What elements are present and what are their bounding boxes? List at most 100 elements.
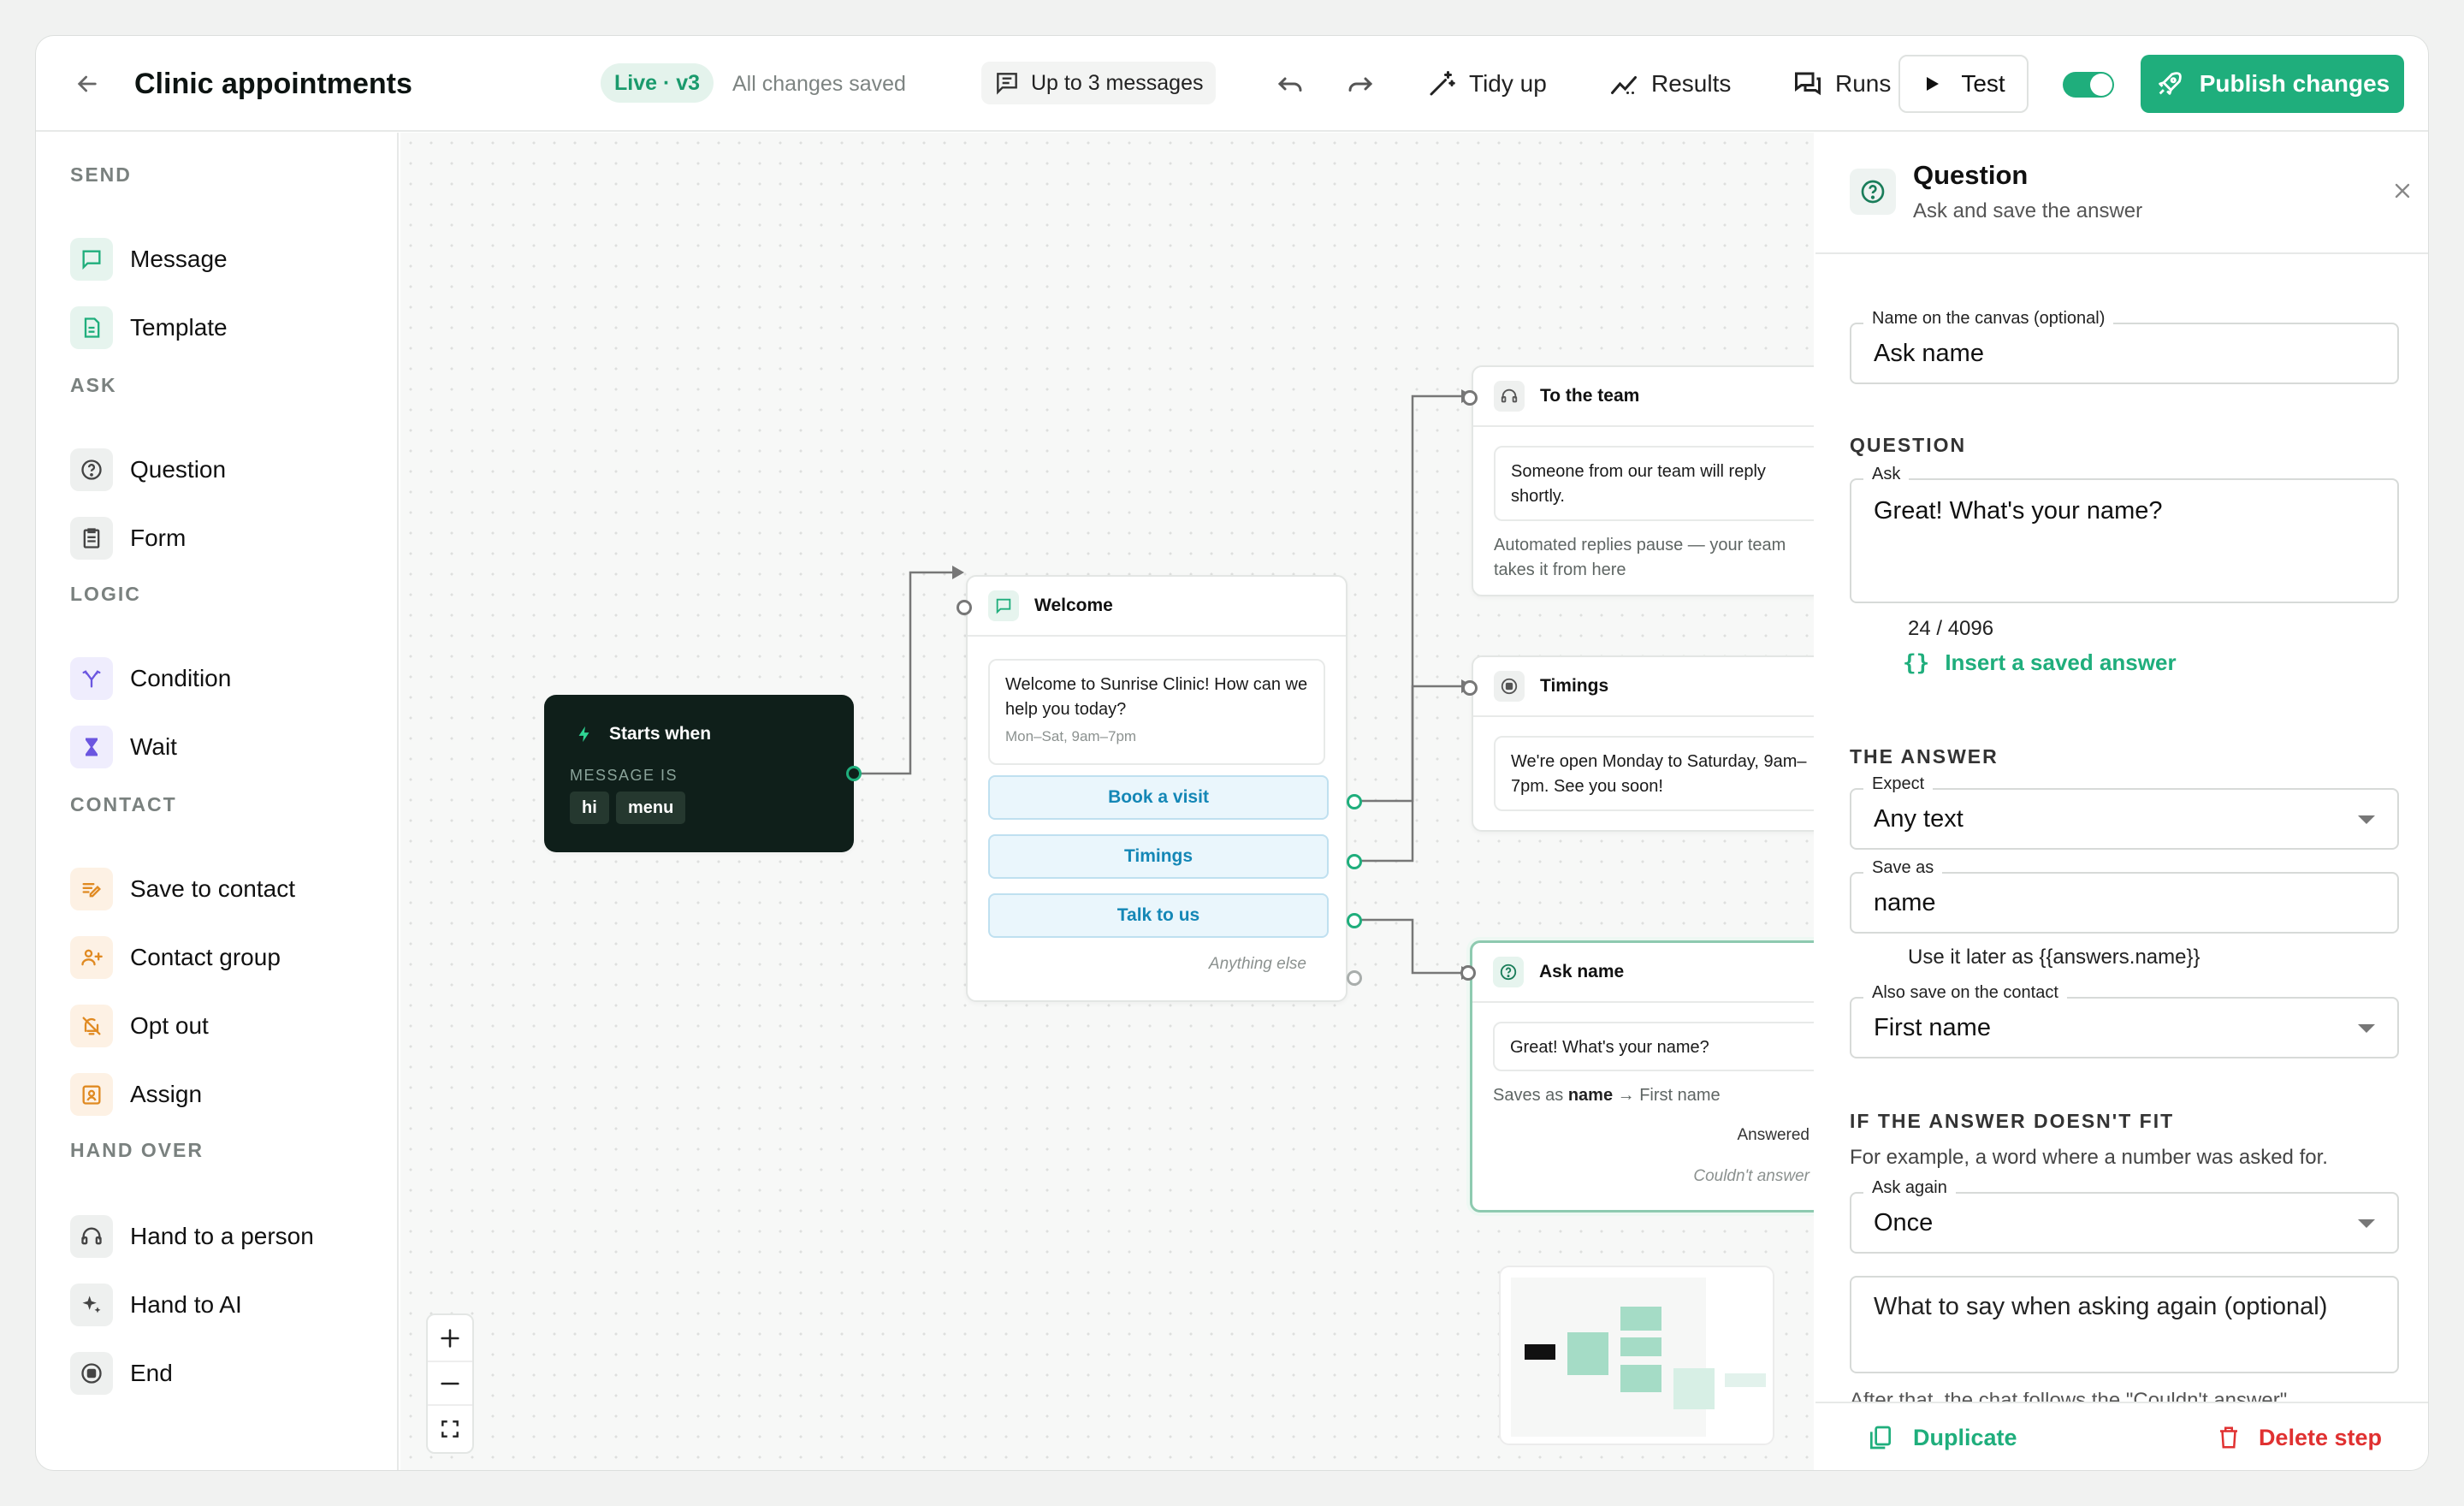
ask-value: Great! What's your name?	[1874, 497, 2163, 525]
trigger-output-port[interactable]	[846, 766, 862, 781]
team-input-port[interactable]	[1462, 390, 1478, 406]
canvas-name-field[interactable]: Ask name	[1850, 323, 2399, 384]
minimap[interactable]	[1499, 1266, 1774, 1445]
test-label: Test	[1961, 70, 2005, 97]
live-version-badge: Live · v3	[601, 63, 714, 103]
headset-icon	[70, 1215, 113, 1258]
fit-view-icon[interactable]	[428, 1406, 472, 1451]
ask-name-node[interactable]: Ask name Great! What's your name? Saves …	[1460, 940, 1814, 1213]
panel-title: Question	[1913, 160, 2029, 190]
undo-icon[interactable]	[1275, 36, 1306, 132]
keyword-chip[interactable]: menu	[616, 792, 686, 824]
expect-select[interactable]: Any text	[1850, 788, 2399, 850]
timings-input-port[interactable]	[1462, 680, 1478, 696]
zoom-out-icon[interactable]	[428, 1361, 472, 1406]
sidebar-item-hand-to-ai[interactable]: Hand to AI	[70, 1281, 242, 1329]
welcome-input-port[interactable]	[957, 600, 972, 615]
rocket-icon	[2155, 69, 2184, 98]
zoom-in-icon[interactable]	[428, 1315, 472, 1361]
results-label: Results	[1651, 70, 1732, 97]
sidebar-item-end[interactable]: End	[70, 1349, 173, 1397]
flow-canvas[interactable]: Starts when MESSAGE IS hi menu Welcome W…	[400, 133, 1814, 1470]
quick-reply-timings[interactable]: Timings	[988, 834, 1329, 879]
sidebar-item-contact-group[interactable]: Contact group	[70, 934, 281, 981]
trigger-node[interactable]: Starts when MESSAGE IS hi menu	[544, 695, 862, 852]
timings-node-header: Timings	[1473, 657, 1814, 717]
fit-section-title: IF THE ANSWER DOESN'T FIT	[1850, 1110, 2175, 1132]
expect-label: Expect	[1863, 774, 1934, 794]
use-later-hint: Use it later as {{answers.name}}	[1908, 946, 2200, 969]
answer-section-title: THE ANSWER	[1850, 745, 1999, 768]
character-count: 24 / 4096	[1908, 617, 1994, 640]
magic-wand-icon	[1426, 68, 1457, 99]
delete-step-button[interactable]: Delete step	[2216, 1425, 2382, 1451]
sidebar-item-opt-out[interactable]: Opt out	[70, 1002, 209, 1050]
sidebar-item-template[interactable]: Template	[70, 304, 228, 352]
flow-title[interactable]: Clinic appointments	[134, 36, 412, 132]
close-icon[interactable]	[2390, 179, 2414, 207]
trigger-title: Starts when	[609, 724, 712, 744]
chevron-down-icon	[2358, 1024, 2375, 1033]
sidebar-item-label: Condition	[130, 665, 232, 691]
question-icon	[1850, 169, 1896, 215]
sidebar-item-hand-to-person[interactable]: Hand to a person	[70, 1213, 314, 1260]
sidebar-item-assign[interactable]: Assign	[70, 1070, 202, 1118]
welcome-node[interactable]: Welcome Welcome to Sunrise Clinic! How c…	[957, 575, 1362, 1002]
runs-button[interactable]: Runs	[1792, 36, 1891, 132]
duplicate-label: Duplicate	[1913, 1424, 2017, 1450]
message-icon	[70, 238, 113, 281]
lightning-icon	[575, 725, 594, 744]
minimap-trigger	[1525, 1344, 1555, 1360]
users-plus-icon	[70, 936, 113, 979]
quick-reply-talk-to-us[interactable]: Talk to us	[988, 893, 1329, 938]
results-button[interactable]: Results	[1608, 36, 1731, 132]
minimap-offscreen-node	[1725, 1373, 1766, 1387]
top-bar: Clinic appointments Live · v3 All change…	[36, 36, 2428, 132]
wire-welcome-timings	[1359, 685, 1461, 863]
book-visit-output-port[interactable]	[1347, 794, 1362, 809]
sidebar-item-label: End	[130, 1360, 173, 1386]
sidebar-item-wait[interactable]: Wait	[70, 723, 177, 771]
section-logic-title: LOGIC	[70, 583, 141, 605]
minimap-team	[1620, 1307, 1661, 1331]
welcome-message-text: Welcome to Sunrise Clinic! How can we he…	[1005, 675, 1308, 719]
ask-label: Ask	[1863, 465, 1910, 484]
sidebar-item-condition[interactable]: Condition	[70, 655, 231, 703]
retry-message-textarea[interactable]: What to say when asking again (optional)	[1850, 1276, 2399, 1373]
sidebar-item-label: Template	[130, 314, 228, 341]
redo-icon[interactable]	[1345, 36, 1376, 132]
timings-node[interactable]: Timings We're open Monday to Saturday, 9…	[1462, 655, 1814, 832]
fallback-output-port[interactable]	[1347, 970, 1362, 986]
team-node-header: To the team	[1473, 367, 1814, 427]
insert-saved-answer-link[interactable]: {} Insert a saved answer	[1903, 649, 2177, 676]
sidebar-item-question[interactable]: Question	[70, 446, 226, 494]
contact-field-select[interactable]: First name	[1850, 997, 2399, 1058]
copy-icon	[1867, 1424, 1894, 1451]
ask-input-port[interactable]	[1460, 965, 1476, 981]
duplicate-button[interactable]: Duplicate	[1867, 1424, 2017, 1451]
message-limit-button[interactable]: Up to 3 messages	[981, 62, 1216, 104]
sidebar-item-label: Save to contact	[130, 875, 296, 902]
keyword-chip[interactable]: hi	[570, 792, 609, 824]
tidy-up-button[interactable]: Tidy up	[1426, 36, 1547, 132]
ask-textarea[interactable]: Great! What's your name?	[1850, 478, 2399, 603]
publish-label: Publish changes	[2199, 70, 2390, 97]
ask-again-select[interactable]: Once	[1850, 1192, 2399, 1254]
live-toggle[interactable]	[2063, 72, 2114, 98]
sidebar-item-form[interactable]: Form	[70, 514, 186, 562]
sidebar-item-message[interactable]: Message	[70, 235, 228, 283]
sidebar-item-save-to-contact[interactable]: Save to contact	[70, 865, 295, 913]
timings-message-bubble: We're open Monday to Saturday, 9am–7pm. …	[1494, 736, 1814, 811]
ask-again-label: Ask again	[1863, 1178, 1956, 1198]
talk-output-port[interactable]	[1347, 913, 1362, 928]
team-message-bubble: Someone from our team will reply shortly…	[1494, 446, 1814, 521]
back-arrow-icon[interactable]	[70, 36, 104, 132]
save-as-field[interactable]: name	[1850, 872, 2399, 934]
publish-changes-button[interactable]: Publish changes	[2141, 55, 2404, 113]
hourglass-icon	[70, 726, 113, 768]
test-button[interactable]: Test	[1898, 55, 2029, 113]
to-the-team-node[interactable]: To the team Someone from our team will r…	[1462, 365, 1814, 596]
expect-value: Any text	[1874, 804, 1964, 833]
timings-output-port[interactable]	[1347, 854, 1362, 869]
quick-reply-book-a-visit[interactable]: Book a visit	[988, 775, 1329, 820]
